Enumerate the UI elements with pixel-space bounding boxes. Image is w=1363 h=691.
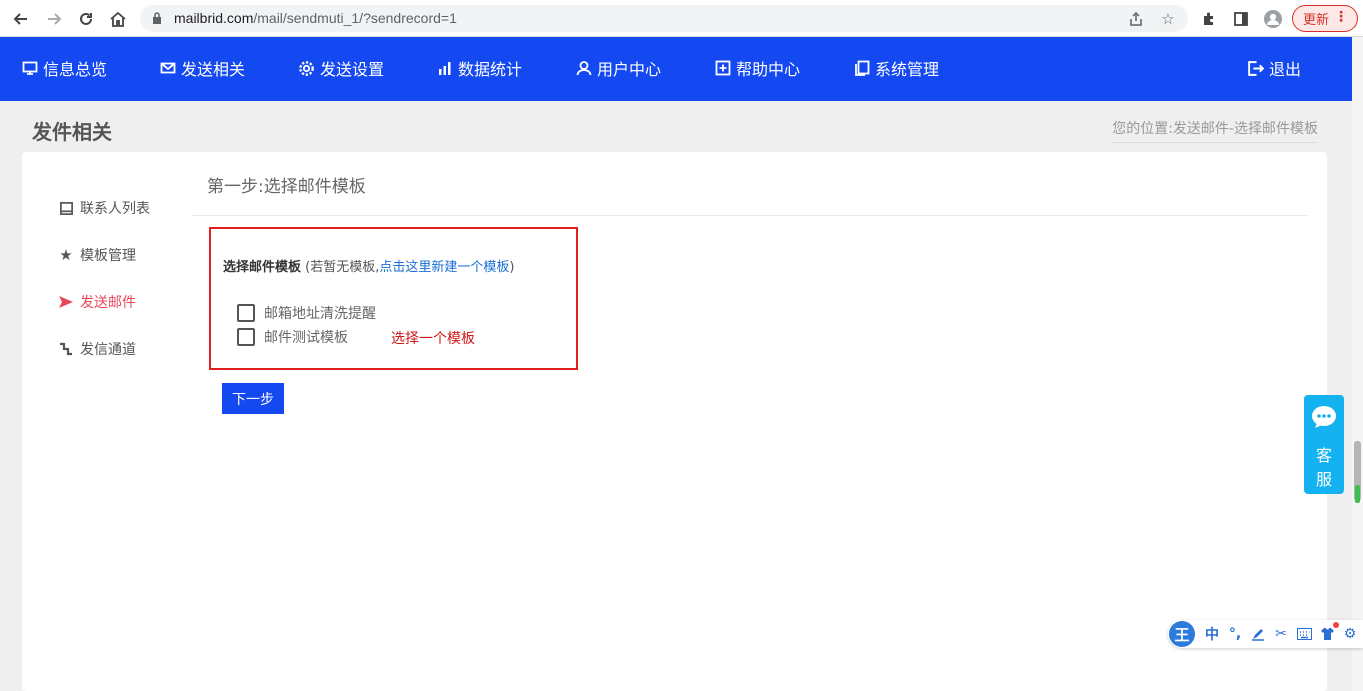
nav-send[interactable]: 发送相关 [160, 56, 245, 80]
logout-icon [1248, 60, 1264, 76]
page-scrollbar[interactable] [1352, 37, 1363, 691]
ime-punctuation-icon[interactable]: °, [1226, 625, 1244, 643]
nav-user-center[interactable]: 用户中心 [576, 56, 661, 80]
user-icon [576, 61, 592, 76]
chat-bubble-icon [1312, 406, 1336, 428]
sidebar-item-channels[interactable]: 发信通道 [58, 338, 136, 360]
channel-icon [58, 341, 74, 357]
copy-icon [855, 60, 870, 76]
extensions-puzzle-icon[interactable] [1198, 8, 1220, 30]
bar-chart-icon [439, 62, 451, 75]
template-checkbox[interactable] [237, 304, 255, 322]
home-icon[interactable] [107, 8, 129, 30]
url-text: mailbrid.com/mail/sendmuti_1/?sendrecord… [174, 10, 457, 26]
template-select-label: 选择邮件模板 (若暂无模板,点击这里新建一个模板) [223, 260, 515, 275]
template-option-email-cleanup[interactable]: 邮箱地址清洗提醒 [237, 303, 376, 323]
create-template-link[interactable]: 点击这里新建一个模板 [379, 260, 509, 275]
profile-avatar-icon[interactable] [1262, 8, 1284, 30]
divider [192, 215, 1307, 216]
customer-service-widget[interactable]: 客 服 [1304, 395, 1344, 494]
cs-label: 服 [1315, 470, 1332, 489]
logout-button[interactable]: 退出 [1247, 56, 1301, 80]
send-icon [58, 294, 74, 310]
template-option-mail-test[interactable]: 邮件测试模板 [237, 327, 348, 347]
ime-keyboard-icon[interactable] [1295, 625, 1313, 643]
gear-icon [299, 60, 314, 76]
annotation-hint: 选择一个模板 [391, 331, 475, 347]
back-arrow-icon[interactable] [10, 8, 32, 30]
mail-icon [160, 62, 176, 74]
cs-label: 客 [1315, 446, 1332, 465]
ime-language-toggle[interactable]: 中 [1203, 625, 1221, 643]
scroll-indicator [1355, 485, 1360, 503]
monitor-icon [22, 61, 38, 75]
breadcrumb: 您的位置:发送邮件-选择邮件模板 [1112, 118, 1318, 143]
forward-arrow-icon[interactable] [43, 8, 65, 30]
nav-statistics[interactable]: 数据统计 [437, 56, 522, 80]
help-icon [715, 60, 731, 76]
reload-icon[interactable] [75, 8, 97, 30]
browser-toolbar: mailbrid.com/mail/sendmuti_1/?sendrecord… [0, 0, 1363, 37]
contacts-icon [58, 200, 74, 216]
notification-dot [1333, 622, 1339, 628]
content-card: 联系人列表 ★ 模板管理 发送邮件 发信通道 第一步:选择邮件模板 选择邮件模板… [22, 152, 1327, 691]
ime-scissors-icon[interactable]: ✂ [1272, 625, 1290, 643]
ime-handwriting-icon[interactable] [1249, 625, 1267, 643]
side-panel-icon[interactable] [1230, 8, 1252, 30]
address-bar[interactable]: mailbrid.com/mail/sendmuti_1/?sendrecord… [140, 5, 1188, 32]
page-title: 发件相关 [32, 120, 112, 144]
sidebar-item-send-mail[interactable]: 发送邮件 [58, 291, 136, 313]
ime-skin-shirt-icon[interactable] [1318, 625, 1336, 643]
sidebar-item-contacts[interactable]: 联系人列表 [58, 197, 150, 219]
nav-system-management[interactable]: 系统管理 [854, 56, 939, 80]
star-icon: ★ [59, 246, 73, 264]
lock-icon [153, 12, 161, 24]
next-step-button[interactable]: 下一步 [222, 383, 284, 414]
nav-send-settings[interactable]: 发送设置 [298, 56, 384, 80]
more-vert-icon: ⋮ [1334, 9, 1348, 25]
sidebar-item-templates[interactable]: ★ 模板管理 [58, 244, 136, 266]
nav-overview[interactable]: 信息总览 [22, 56, 107, 80]
template-selection-box: 选择邮件模板 (若暂无模板,点击这里新建一个模板) 邮箱地址清洗提醒 邮件测试模… [209, 227, 578, 370]
top-navigation: 信息总览 发送相关 发送设置 数据统计 用户中心 帮助中心 系统管理 退出 [0, 37, 1352, 101]
ime-logo-icon[interactable]: 王 [1169, 621, 1195, 647]
nav-help-center[interactable]: 帮助中心 [715, 56, 800, 80]
bookmark-star-icon[interactable]: ☆ [1158, 9, 1178, 29]
share-icon[interactable] [1126, 9, 1146, 29]
template-checkbox[interactable] [237, 328, 255, 346]
step-title: 第一步:选择邮件模板 [207, 177, 366, 197]
browser-update-button[interactable]: 更新 ⋮ [1292, 5, 1358, 32]
ime-settings-gear-icon[interactable]: ⚙ [1341, 625, 1359, 643]
update-label: 更新 [1303, 13, 1330, 28]
